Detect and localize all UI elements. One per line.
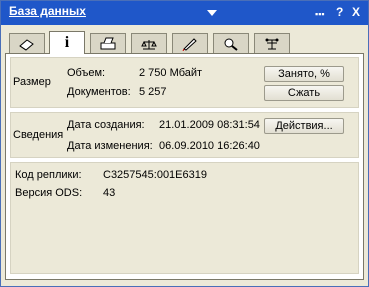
tab-strip: i [5, 31, 365, 54]
replica-section: Код реплики: C3257545:001E6319 Версия OD… [10, 162, 359, 274]
info-heading: Сведения [13, 129, 64, 141]
created-value: 21.01.2009 08:31:54 [159, 119, 260, 131]
tab-replication[interactable] [131, 33, 167, 53]
tab-advanced[interactable] [254, 33, 290, 53]
info-section: Сведения Дата создания: 21.01.2009 08:31… [10, 112, 359, 158]
close-button[interactable]: X [352, 5, 360, 19]
tools-icon [265, 38, 279, 49]
printer-icon [100, 37, 116, 49]
size-section: Размер Объем: 2 750 Мбайт Документов: 5 … [10, 57, 359, 108]
replica-id-label: Код реплики: [15, 169, 82, 181]
info-panel: Размер Объем: 2 750 Мбайт Документов: 5 … [5, 53, 364, 280]
volume-label: Объем: [67, 67, 106, 79]
scale-icon [141, 39, 157, 49]
search-icon [224, 38, 238, 51]
modified-value: 06.09.2010 16:26:40 [159, 140, 260, 152]
info-icon: i [64, 34, 70, 51]
used-percent-button[interactable]: Занято, % [264, 66, 344, 82]
tab-printing[interactable] [90, 33, 126, 53]
size-heading: Размер [13, 76, 51, 88]
ods-value: 43 [103, 187, 116, 199]
ods-label: Версия ODS: [15, 187, 83, 199]
tab-search[interactable] [213, 33, 249, 53]
modified-label: Дата изменения: [67, 140, 153, 152]
actions-button[interactable]: Действия... [264, 118, 344, 134]
pen-icon [182, 37, 197, 51]
more-icon[interactable]: ▪▪▪ [315, 7, 325, 21]
created-label: Дата создания: [67, 119, 145, 131]
window-title: База данных [9, 4, 86, 18]
replica-id-value: C3257545:001E6319 [103, 169, 207, 181]
tab-info[interactable]: i [49, 31, 85, 54]
tab-basics[interactable] [9, 33, 45, 53]
tab-design[interactable] [172, 33, 208, 53]
compact-button[interactable]: Сжать [264, 85, 344, 101]
docs-label: Документов: [67, 86, 131, 98]
title-bar[interactable]: База данных ▪▪▪ ? X [1, 1, 368, 25]
title-dropdown-icon[interactable] [207, 10, 217, 16]
eraser-icon [19, 38, 34, 51]
help-button[interactable]: ? [336, 5, 343, 19]
docs-value: 5 257 [139, 86, 167, 98]
properties-window: База данных ▪▪▪ ? X i Размер Объем: 2 75… [0, 0, 369, 287]
volume-value: 2 750 Мбайт [139, 67, 203, 79]
